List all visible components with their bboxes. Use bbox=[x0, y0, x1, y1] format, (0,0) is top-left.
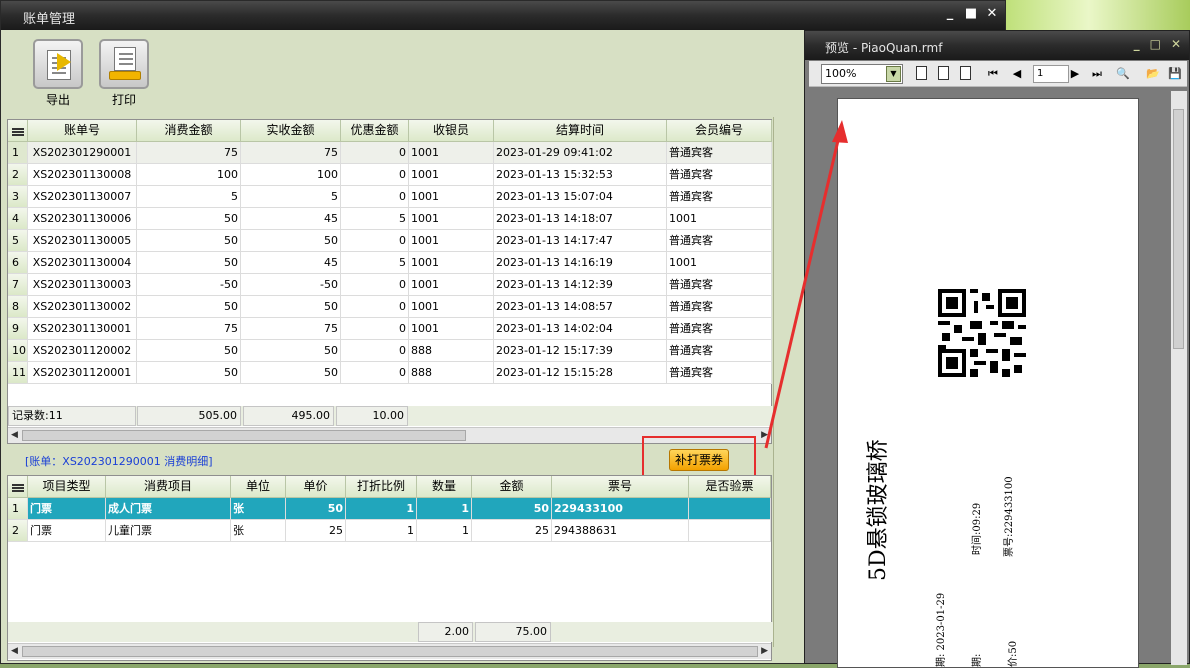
annotation-arrow bbox=[764, 120, 848, 449]
